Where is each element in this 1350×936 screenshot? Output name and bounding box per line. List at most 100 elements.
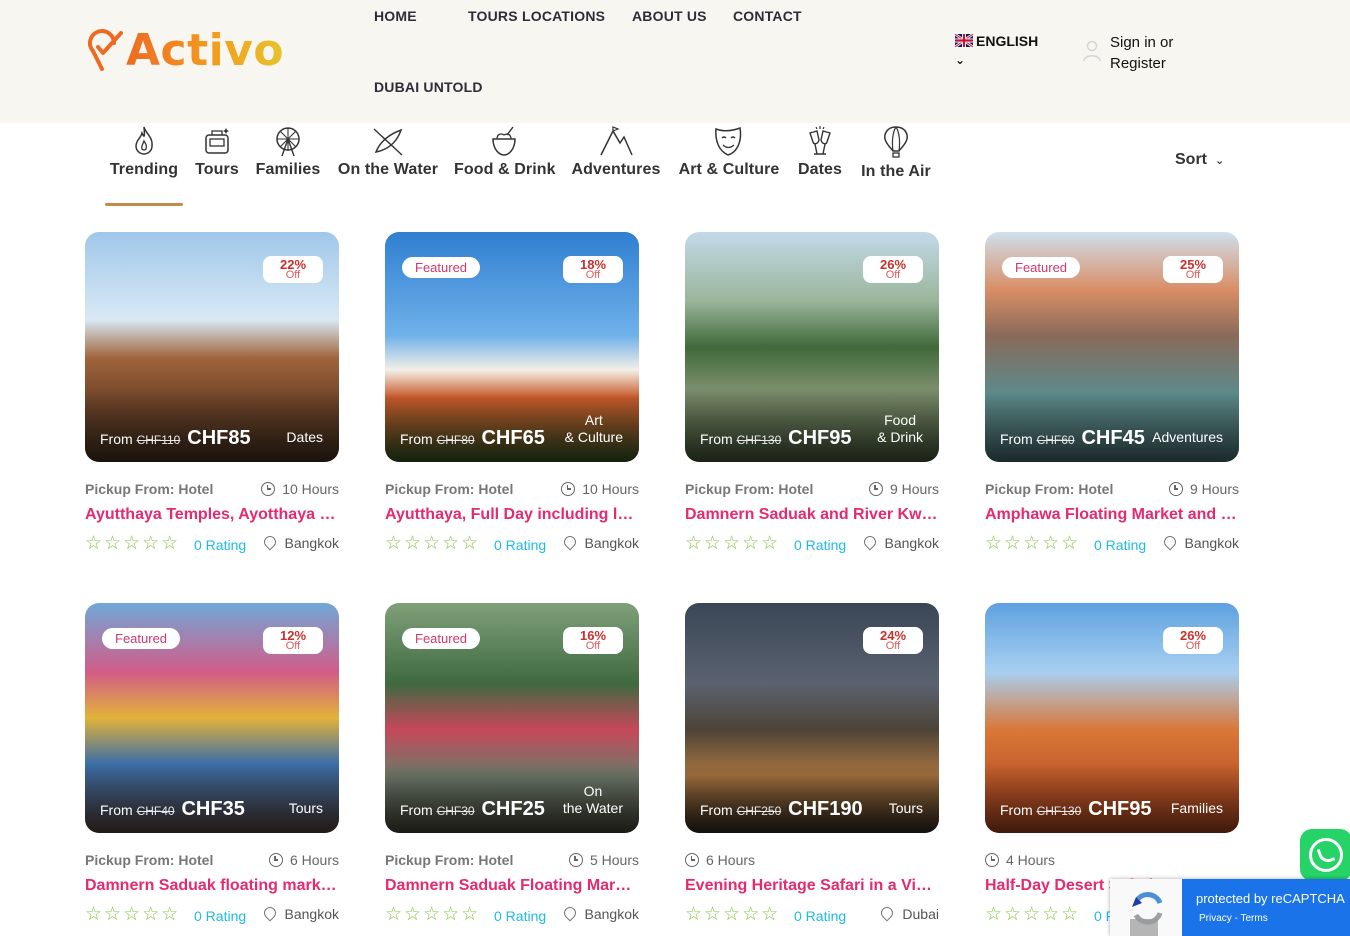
nav-tours[interactable]: TOURS bbox=[468, 8, 518, 24]
star-rating-icon[interactable]: ☆☆☆☆☆ bbox=[85, 532, 180, 555]
star-rating-icon[interactable]: ☆☆☆☆☆ bbox=[985, 532, 1080, 555]
tour-title[interactable]: Damnern Saduak and River Kwai Bridge bbox=[685, 506, 939, 524]
nav-about-us[interactable]: ABOUT US bbox=[632, 8, 707, 24]
location-text: Dubai bbox=[902, 906, 939, 922]
rating-count[interactable]: 0 Rating bbox=[194, 537, 246, 553]
site-header: Activo HOME TOURS LOCATIONS ABOUT US CON… bbox=[0, 0, 1350, 123]
category-label: Tours bbox=[195, 161, 239, 178]
nav-locations[interactable]: LOCATIONS bbox=[522, 8, 605, 24]
tour-image[interactable]: 22% Off From CHF110 CHF85 Dates bbox=[85, 232, 339, 462]
tour-title[interactable]: Ayutthaya, Full Day including lunch bbox=[385, 506, 639, 524]
language-selector[interactable]: ENGLISH ⌄ bbox=[955, 33, 1038, 67]
price-from: From bbox=[700, 802, 733, 818]
tour-title[interactable]: Damnern Saduak floating market and railw… bbox=[85, 877, 339, 895]
star-rating-icon[interactable]: ☆☆☆☆☆ bbox=[985, 903, 1080, 926]
rating-count[interactable]: 0 Rating bbox=[794, 537, 846, 553]
category-label: Art & Culture bbox=[678, 161, 780, 178]
whatsapp-button[interactable] bbox=[1300, 829, 1350, 881]
location-text: Bangkok bbox=[584, 535, 639, 551]
tour-card[interactable]: 26% Off From CHF130 CHF95 Food & Drink Pi… bbox=[685, 232, 939, 556]
chevron-down-icon: ⌄ bbox=[955, 53, 966, 67]
card-meta: 4 Hours bbox=[985, 849, 1239, 871]
duration: 4 Hours bbox=[985, 852, 1055, 868]
category-trending[interactable]: Trending bbox=[109, 123, 179, 179]
star-rating-icon[interactable]: ☆☆☆☆☆ bbox=[685, 532, 780, 555]
tour-card[interactable]: Featured 12% Off From CHF40 CHF35 Tours … bbox=[85, 603, 339, 927]
current-price: CHF190 bbox=[788, 798, 863, 820]
location-text: Bangkok bbox=[884, 535, 939, 551]
sort-dropdown[interactable]: Sort ⌄ bbox=[1175, 151, 1224, 169]
tour-title[interactable]: Evening Heritage Safari in a Vintage Lan… bbox=[685, 877, 939, 895]
nav-home[interactable]: HOME bbox=[374, 8, 417, 24]
star-rating-icon[interactable]: ☆☆☆☆☆ bbox=[385, 903, 480, 926]
star-rating-icon[interactable]: ☆☆☆☆☆ bbox=[685, 903, 780, 926]
current-price: CHF85 bbox=[187, 427, 251, 449]
card-meta: Pickup From: Hotel 9 Hours bbox=[685, 478, 939, 500]
tour-image[interactable]: 24% Off From CHF250 CHF190 Tours bbox=[685, 603, 939, 833]
pickup-info: Pickup From: Hotel bbox=[985, 481, 1114, 497]
category-label: Food & Drink bbox=[454, 161, 556, 178]
rating-count[interactable]: 0 Rating bbox=[194, 908, 246, 924]
clock-icon bbox=[568, 853, 583, 867]
duration: 6 Hours bbox=[685, 852, 755, 868]
rating-count[interactable]: 0 Rating bbox=[494, 537, 546, 553]
tour-image[interactable]: Featured 18% Off From CHF80 CHF65 Art & C… bbox=[385, 232, 639, 462]
recaptcha-links[interactable]: Privacy - Terms bbox=[1199, 913, 1268, 924]
star-rating-icon[interactable]: ☆☆☆☆☆ bbox=[85, 903, 180, 926]
tour-image[interactable]: 26% Off From CHF130 CHF95 Families bbox=[985, 603, 1239, 833]
pickup-info: Pickup From: Hotel bbox=[85, 852, 214, 868]
discount-off: Off bbox=[1185, 640, 1201, 652]
location-text: Bangkok bbox=[284, 535, 339, 551]
card-meta: 6 Hours bbox=[685, 849, 939, 871]
account-link[interactable]: Sign in or Register bbox=[1082, 32, 1173, 74]
register-link[interactable]: Register bbox=[1110, 53, 1173, 74]
recaptcha-text: protected by reCAPTCHA Privacy - Terms bbox=[1182, 879, 1350, 936]
discount-off: Off bbox=[285, 640, 301, 652]
category-dates[interactable]: Dates bbox=[797, 123, 843, 179]
tour-image[interactable]: Featured 25% Off From CHF60 CHF45 Advent… bbox=[985, 232, 1239, 462]
tour-image[interactable]: 26% Off From CHF130 CHF95 Food & Drink bbox=[685, 232, 939, 462]
discount-badge: 26% Off bbox=[1163, 627, 1223, 654]
rating-count[interactable]: 0 Rating bbox=[494, 908, 546, 924]
category-adventures[interactable]: Adventures bbox=[570, 123, 662, 179]
tour-title[interactable]: Ayutthaya Temples, Ayotthaya Floating Ma… bbox=[85, 506, 339, 524]
category-in-the-air[interactable]: In the Air bbox=[860, 123, 932, 181]
rating-count[interactable]: 0 Rating bbox=[1094, 537, 1146, 553]
duration-text: 6 Hours bbox=[289, 852, 339, 868]
price-from: From bbox=[100, 802, 133, 818]
recaptcha-badge[interactable]: protected by reCAPTCHA Privacy - Terms bbox=[1110, 879, 1350, 936]
category-on-the-water[interactable]: On the Water bbox=[337, 123, 439, 179]
current-price: CHF95 bbox=[788, 427, 852, 449]
tour-card[interactable]: Featured 16% Off From CHF30 CHF25 On the … bbox=[385, 603, 639, 927]
location: Bangkok bbox=[861, 533, 939, 551]
sign-in-link[interactable]: Sign in or bbox=[1110, 32, 1173, 53]
location: Bangkok bbox=[261, 904, 339, 922]
nav-dubai-untold[interactable]: DUBAI UNTOLD bbox=[374, 79, 483, 95]
duration: 10 Hours bbox=[261, 481, 339, 497]
mountain-icon bbox=[600, 126, 633, 156]
star-rating-icon[interactable]: ☆☆☆☆☆ bbox=[385, 532, 480, 555]
category-tours[interactable]: Tours bbox=[194, 123, 240, 179]
category-families[interactable]: Families bbox=[254, 123, 322, 179]
category-art-culture[interactable]: Art & Culture bbox=[678, 123, 780, 179]
category-food-drink[interactable]: Food & Drink bbox=[454, 123, 556, 179]
price: From CHF130 CHF95 bbox=[700, 427, 852, 450]
tour-card[interactable]: Featured 18% Off From CHF80 CHF65 Art & C… bbox=[385, 232, 639, 556]
card-meta: Pickup From: Hotel 10 Hours bbox=[85, 478, 339, 500]
tour-title[interactable]: Amphawa Floating Market and Maeklong bbox=[985, 506, 1239, 524]
tour-image[interactable]: Featured 16% Off From CHF30 CHF25 On the … bbox=[385, 603, 639, 833]
category-label: On the Water bbox=[337, 161, 439, 178]
activo-logo[interactable]: Activo bbox=[88, 26, 284, 76]
current-price: CHF35 bbox=[181, 798, 245, 820]
tour-image[interactable]: Featured 12% Off From CHF40 CHF35 Tours bbox=[85, 603, 339, 833]
price: From CHF80 CHF65 bbox=[400, 427, 545, 450]
nav-contact[interactable]: CONTACT bbox=[733, 8, 802, 24]
card-category: Families bbox=[1170, 800, 1223, 816]
tour-card[interactable]: 22% Off From CHF110 CHF85 Dates Pickup F… bbox=[85, 232, 339, 556]
recaptcha-protected: protected by reCAPTCHA bbox=[1196, 891, 1345, 906]
tour-title[interactable]: Damnern Saduak Floating Market tour bbox=[385, 877, 639, 895]
rating-count[interactable]: 0 Rating bbox=[794, 908, 846, 924]
tour-card[interactable]: Featured 25% Off From CHF60 CHF45 Advent… bbox=[985, 232, 1239, 556]
tour-card[interactable]: 24% Off From CHF250 CHF190 Tours 6 Hours… bbox=[685, 603, 939, 927]
discount-badge: 26% Off bbox=[863, 256, 923, 283]
